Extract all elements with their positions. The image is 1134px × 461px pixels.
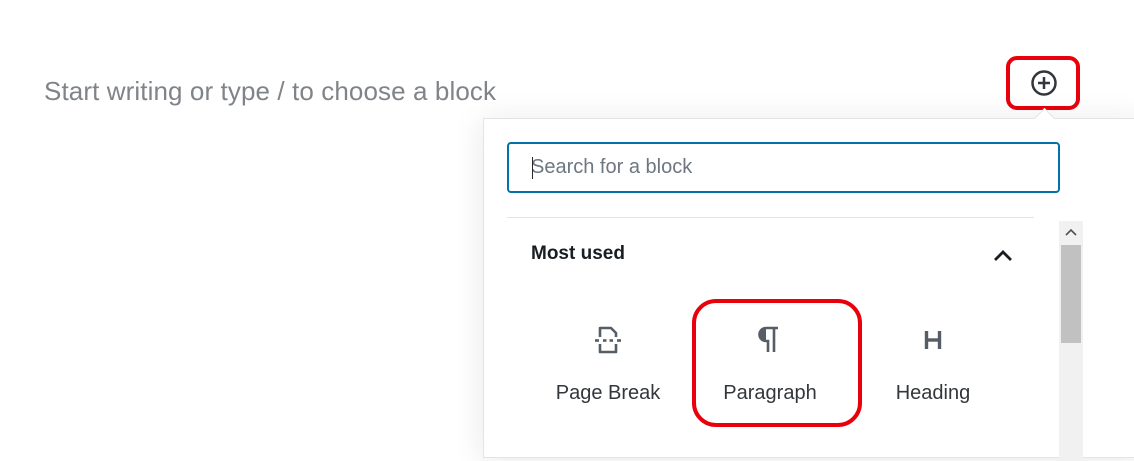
block-item-heading[interactable]: Heading [858, 318, 1008, 428]
scrollbar[interactable] [1059, 221, 1083, 461]
block-search-input[interactable] [507, 142, 1060, 193]
editor-placeholder[interactable]: Start writing or type / to choose a bloc… [44, 76, 496, 107]
page-break-icon [533, 324, 683, 356]
block-inserter-toggle[interactable] [1018, 68, 1070, 102]
scroll-up-arrow[interactable] [1059, 221, 1083, 243]
block-item-paragraph[interactable]: Paragraph [695, 318, 845, 428]
heading-icon [858, 324, 1008, 356]
most-used-panel-header[interactable]: Most used [507, 219, 1034, 289]
plus-circle-icon [1029, 68, 1059, 103]
scroll-thumb[interactable] [1061, 245, 1081, 343]
block-label: Paragraph [723, 382, 817, 404]
block-item-page-break[interactable]: Page Break [533, 318, 683, 428]
panel-title: Most used [531, 243, 625, 264]
chevron-up-icon[interactable] [991, 243, 1015, 267]
divider [507, 217, 1034, 218]
block-label: Heading [895, 382, 971, 404]
paragraph-icon [695, 324, 845, 356]
text-caret [532, 157, 533, 179]
block-inserter-popover: Most used Page Break [483, 118, 1134, 461]
block-label: Page Break [555, 382, 661, 404]
